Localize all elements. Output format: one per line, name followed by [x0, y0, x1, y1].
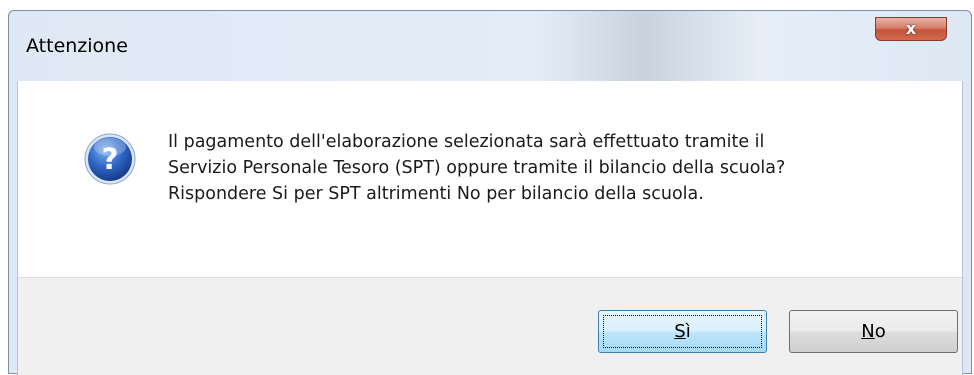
svg-text:?: ?	[102, 142, 119, 176]
dialog-body: ? Il pagamento dell'elaborazione selezio…	[17, 81, 963, 375]
message-line: Servizio Personale Tesoro (SPT) oppure t…	[168, 158, 786, 178]
no-button-label: No	[861, 321, 885, 342]
yes-accelerator: S	[674, 321, 686, 342]
close-button[interactable]: x	[875, 17, 947, 41]
message-line: Rispondere Si per SPT altrimenti No per …	[168, 184, 704, 204]
yes-button-label: Sì	[674, 321, 690, 342]
yes-button[interactable]: Sì	[598, 310, 767, 353]
button-area: Sì No	[18, 277, 962, 375]
message-text: Il pagamento dell'elaborazione seleziona…	[168, 129, 785, 207]
no-label-rest: o	[874, 321, 886, 342]
dialog-title: Attenzione	[26, 35, 128, 57]
message-line: Il pagamento dell'elaborazione seleziona…	[168, 132, 765, 152]
no-button[interactable]: No	[789, 310, 958, 353]
message-area: ? Il pagamento dell'elaborazione selezio…	[18, 81, 962, 277]
yes-label-rest: ì	[685, 321, 691, 342]
dialog-window: Attenzione x ? Il pagamento dell'elabora…	[8, 10, 972, 375]
question-icon: ?	[84, 133, 136, 185]
title-bar[interactable]: Attenzione x	[9, 11, 971, 71]
close-icon: x	[905, 19, 917, 38]
no-accelerator: N	[861, 321, 875, 342]
